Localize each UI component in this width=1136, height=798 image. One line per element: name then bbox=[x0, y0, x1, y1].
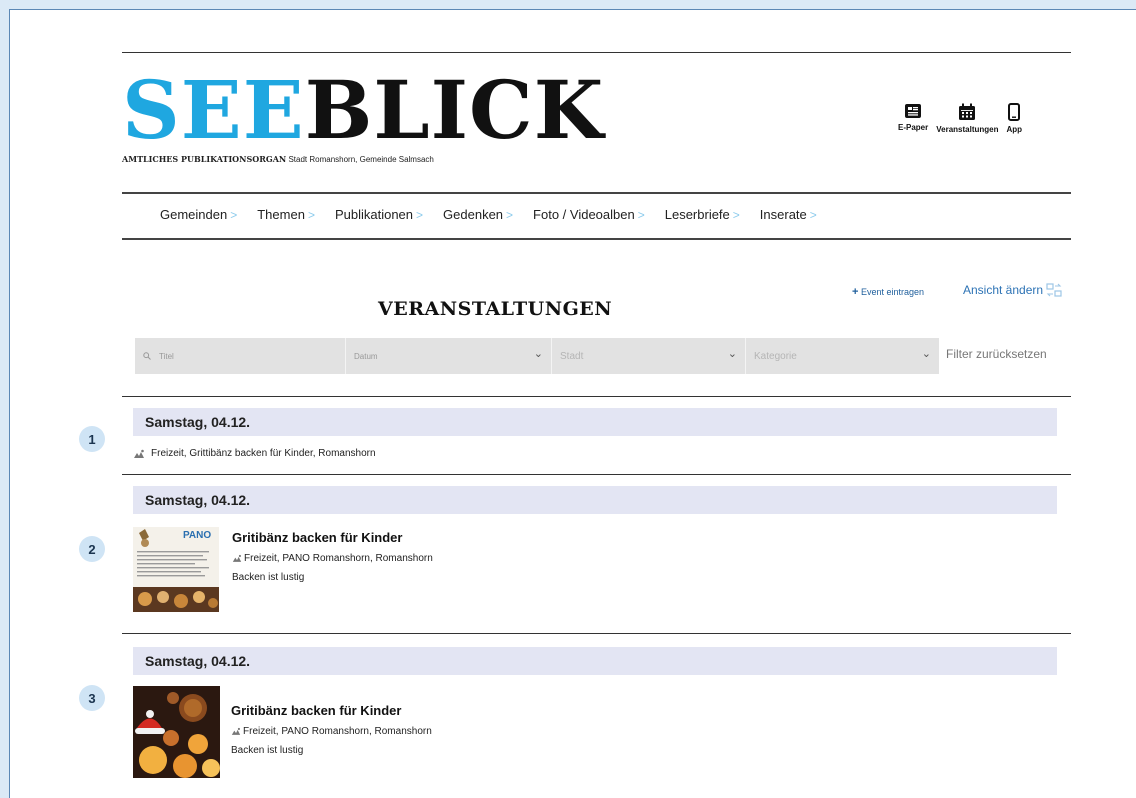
event-flyer-image: PANO bbox=[133, 527, 219, 612]
date-placeholder: Datum bbox=[354, 351, 378, 361]
logo-blick: BLICK bbox=[304, 63, 605, 157]
title-search-input[interactable]: Titel bbox=[135, 338, 345, 374]
event-divider bbox=[122, 633, 1071, 634]
number-badge: 3 bbox=[79, 685, 105, 711]
event-thumbnail[interactable]: PANO bbox=[133, 527, 219, 612]
event-meta-text: Freizeit, PANO Romanshorn, Romanshorn bbox=[244, 553, 433, 564]
category-placeholder: Kategorie bbox=[754, 350, 797, 362]
chevron-down-icon: ⌄ bbox=[727, 348, 737, 360]
chevron-right-icon: > bbox=[637, 207, 645, 222]
nav-item-label: Inserate bbox=[759, 207, 807, 222]
reset-filter-button[interactable]: Filter zurücksetzen bbox=[946, 347, 1047, 361]
leisure-icon bbox=[134, 449, 144, 458]
e-paper-link[interactable]: E-Paper bbox=[898, 103, 928, 134]
event-thumbnail[interactable] bbox=[133, 686, 220, 778]
title-placeholder: Titel bbox=[159, 351, 174, 361]
page-title: VERANSTALTUNGEN bbox=[378, 298, 613, 320]
add-event-link[interactable]: + Event eintragen bbox=[852, 286, 924, 298]
event-description: Backen ist lustig bbox=[232, 572, 305, 583]
site-logo[interactable]: SEEBLICK bbox=[122, 70, 604, 150]
nav-item-label: Leserbriefe bbox=[664, 207, 730, 222]
search-icon bbox=[143, 352, 151, 360]
event-title[interactable]: Gritibänz backen für Kinder bbox=[232, 530, 402, 545]
veranstaltungen-link[interactable]: Veranstaltungen bbox=[936, 103, 998, 134]
nav-item-label: Gemeinden bbox=[160, 207, 228, 222]
number-badge: 1 bbox=[79, 426, 105, 452]
chevron-right-icon: > bbox=[416, 207, 424, 222]
view-toggle-label: Ansicht ändern bbox=[963, 283, 1044, 297]
date-header: Samstag, 04.12. bbox=[133, 647, 1057, 675]
e-paper-label: E-Paper bbox=[898, 123, 929, 132]
app-link[interactable]: App bbox=[1006, 103, 1022, 134]
event-description: Backen ist lustig bbox=[231, 745, 304, 756]
leisure-icon bbox=[231, 727, 241, 735]
date-select[interactable]: Datum ⌄ bbox=[345, 338, 551, 374]
chevron-right-icon: > bbox=[506, 207, 514, 222]
newspaper-icon bbox=[905, 104, 922, 118]
flyer-logo-text: PANO bbox=[183, 530, 211, 541]
event-meta: Freizeit, PANO Romanshorn, Romanshorn bbox=[231, 726, 432, 737]
leisure-icon bbox=[232, 554, 242, 562]
top-icon-bar: E-Paper Veranstaltungen App bbox=[898, 103, 1022, 134]
chevron-down-icon: ⌄ bbox=[533, 348, 543, 360]
nav-item-label: Gedenken bbox=[443, 207, 504, 222]
event-meta-text: Freizeit, PANO Romanshorn, Romanshorn bbox=[243, 726, 432, 737]
app-label: App bbox=[1006, 125, 1023, 134]
nav-item-themen[interactable]: Themen > bbox=[257, 207, 315, 222]
filter-bar: Titel Datum ⌄ Stadt ⌄ Kategorie ⌄ bbox=[135, 338, 939, 374]
nav-item-gedenken[interactable]: Gedenken > bbox=[443, 207, 513, 222]
subline-rest: Stadt Romanshorn, Gemeinde Salmsach bbox=[288, 155, 434, 164]
event-divider bbox=[122, 474, 1071, 475]
chevron-right-icon: > bbox=[307, 207, 315, 222]
event-meta: Freizeit, PANO Romanshorn, Romanshorn bbox=[232, 553, 433, 564]
city-select[interactable]: Stadt ⌄ bbox=[551, 338, 745, 374]
nav-item-leserbriefe[interactable]: Leserbriefe > bbox=[665, 207, 740, 222]
baking-photo-image bbox=[133, 686, 220, 778]
plus-icon: + bbox=[852, 286, 859, 298]
nav-item-gemeinden[interactable]: Gemeinden > bbox=[160, 207, 237, 222]
number-badge: 2 bbox=[79, 536, 105, 562]
event-list-item[interactable]: Freizeit, Grittibänz backen für Kinder, … bbox=[133, 448, 376, 459]
event-line-text: Freizeit, Grittibänz backen für Kinder, … bbox=[151, 448, 376, 459]
top-divider bbox=[122, 52, 1071, 53]
switch-view-icon bbox=[1046, 283, 1062, 297]
chevron-right-icon: > bbox=[732, 207, 740, 222]
nav-item-foto-videoalben[interactable]: Foto / Videoalben > bbox=[533, 207, 645, 222]
nav-item-inserate[interactable]: Inserate > bbox=[760, 207, 817, 222]
category-select[interactable]: Kategorie ⌄ bbox=[745, 338, 939, 374]
site-subline: AMTLICHES PUBLIKATIONSORGAN Stadt Romans… bbox=[122, 154, 434, 164]
nav-item-label: Themen bbox=[257, 207, 305, 222]
nav-item-publikationen[interactable]: Publikationen > bbox=[335, 207, 423, 222]
nav-item-label: Foto / Videoalben bbox=[533, 207, 635, 222]
nav-top-divider bbox=[122, 192, 1071, 194]
main-nav: Gemeinden > Themen > Publikationen > Gedenk… bbox=[160, 207, 837, 222]
calendar-icon bbox=[959, 103, 976, 120]
date-header: Samstag, 04.12. bbox=[133, 486, 1057, 514]
city-placeholder: Stadt bbox=[560, 350, 584, 362]
logo-see: SEE bbox=[122, 63, 305, 157]
add-event-label: Event eintragen bbox=[860, 287, 924, 297]
view-toggle-button[interactable]: Ansicht ändern bbox=[963, 283, 1062, 297]
chevron-right-icon: > bbox=[230, 207, 238, 222]
veranstaltungen-label: Veranstaltungen bbox=[936, 125, 999, 134]
nav-item-label: Publikationen bbox=[334, 207, 414, 222]
event-divider bbox=[122, 396, 1071, 397]
chevron-down-icon: ⌄ bbox=[921, 348, 931, 360]
nav-bottom-divider bbox=[122, 238, 1071, 240]
event-title[interactable]: Gritibänz backen für Kinder bbox=[231, 703, 401, 718]
smartphone-icon bbox=[1008, 103, 1021, 121]
chevron-right-icon: > bbox=[809, 207, 817, 222]
subline-strong: AMTLICHES PUBLIKATIONSORGAN bbox=[122, 154, 287, 164]
date-header: Samstag, 04.12. bbox=[133, 408, 1057, 436]
